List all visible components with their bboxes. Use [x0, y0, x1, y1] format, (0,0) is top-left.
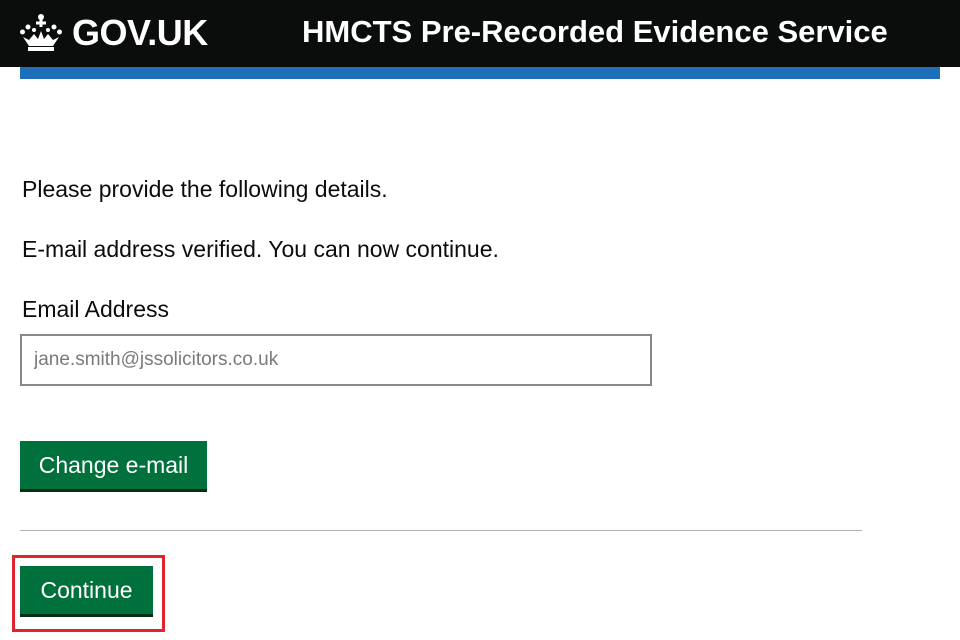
email-label: Email Address: [22, 296, 170, 322]
email-input[interactable]: [20, 334, 652, 386]
change-email-button[interactable]: Change e-mail: [20, 441, 207, 489]
header-blue-bar: [20, 67, 940, 79]
verified-message: E-mail address verified. You can now con…: [22, 236, 499, 262]
govuk-logo-link[interactable]: GOV.UK: [20, 10, 208, 56]
crown-icon: [20, 13, 62, 53]
service-name-link[interactable]: HMCTS Pre-Recorded Evidence Service: [302, 14, 888, 50]
site-header: GOV.UK HMCTS Pre-Recorded Evidence Servi…: [0, 0, 960, 67]
govuk-logo-text: GOV.UK: [72, 12, 208, 53]
intro-text: Please provide the following details.: [22, 176, 388, 202]
section-divider: [20, 530, 862, 531]
continue-button[interactable]: Continue: [20, 566, 153, 614]
